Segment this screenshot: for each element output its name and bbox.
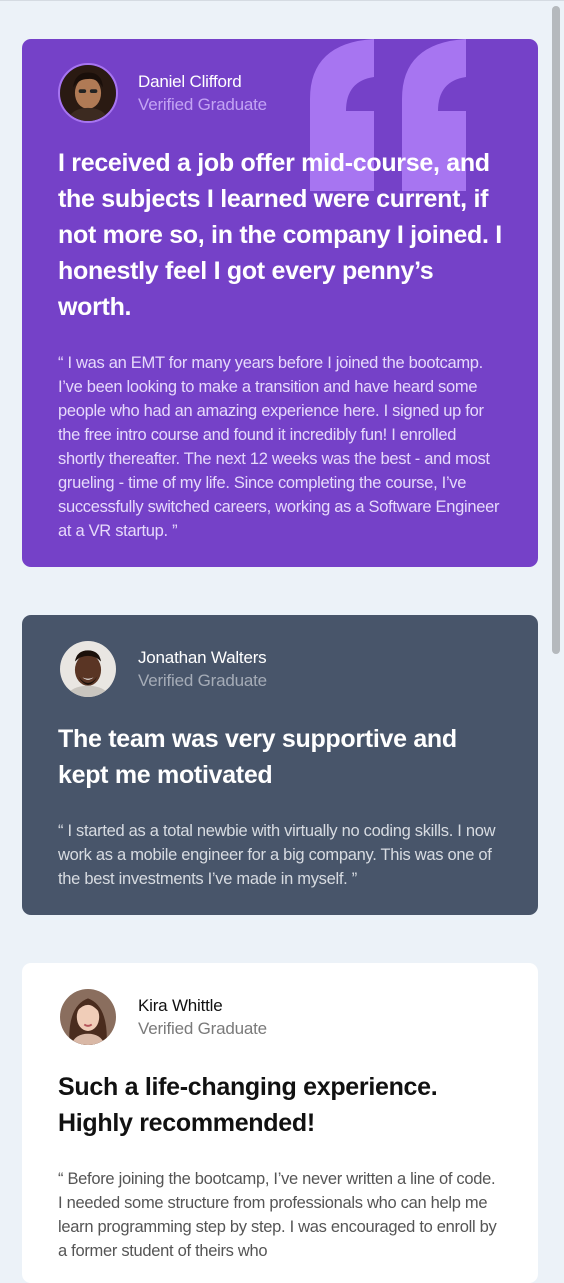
testimonial-header: Daniel Clifford Verified Graduate [58, 63, 502, 123]
testimonial-card-kira: Kira Whittle Verified Graduate Such a li… [22, 963, 538, 1283]
author-info: Jonathan Walters Verified Graduate [138, 647, 267, 693]
avatar [58, 63, 118, 123]
avatar [58, 987, 118, 1047]
testimonial-card-daniel: Daniel Clifford Verified Graduate I rece… [22, 39, 538, 567]
testimonial-body: “ Before joining the bootcamp, I’ve neve… [58, 1170, 497, 1260]
author-role: Verified Graduate [138, 671, 267, 690]
testimonial-header: Jonathan Walters Verified Graduate [58, 639, 502, 699]
author-role: Verified Graduate [138, 1019, 267, 1038]
top-border [0, 0, 564, 1]
testimonial-headline: The team was very supportive and kept me… [58, 725, 457, 789]
author-info: Kira Whittle Verified Graduate [138, 995, 267, 1041]
avatar-daniel-icon [60, 65, 116, 121]
author-info: Daniel Clifford Verified Graduate [138, 71, 267, 117]
avatar-jonathan-icon [60, 641, 116, 697]
avatar [58, 639, 118, 699]
avatar-kira-icon [60, 989, 116, 1045]
testimonial-body: “ I was an EMT for many years before I j… [58, 354, 500, 540]
testimonial-headline: I received a job offer mid-course, and t… [58, 149, 502, 321]
author-name: Kira Whittle [138, 996, 223, 1015]
testimonial-header: Kira Whittle Verified Graduate [58, 987, 502, 1047]
author-name: Jonathan Walters [138, 648, 267, 667]
testimonial-card-jonathan: Jonathan Walters Verified Graduate The t… [22, 615, 538, 915]
scrollbar-thumb[interactable] [552, 6, 560, 654]
author-role: Verified Graduate [138, 95, 267, 114]
author-name: Daniel Clifford [138, 72, 242, 91]
testimonial-headline: Such a life-changing experience. Highly … [58, 1073, 438, 1137]
testimonial-body: “ I started as a total newbie with virtu… [58, 822, 496, 888]
